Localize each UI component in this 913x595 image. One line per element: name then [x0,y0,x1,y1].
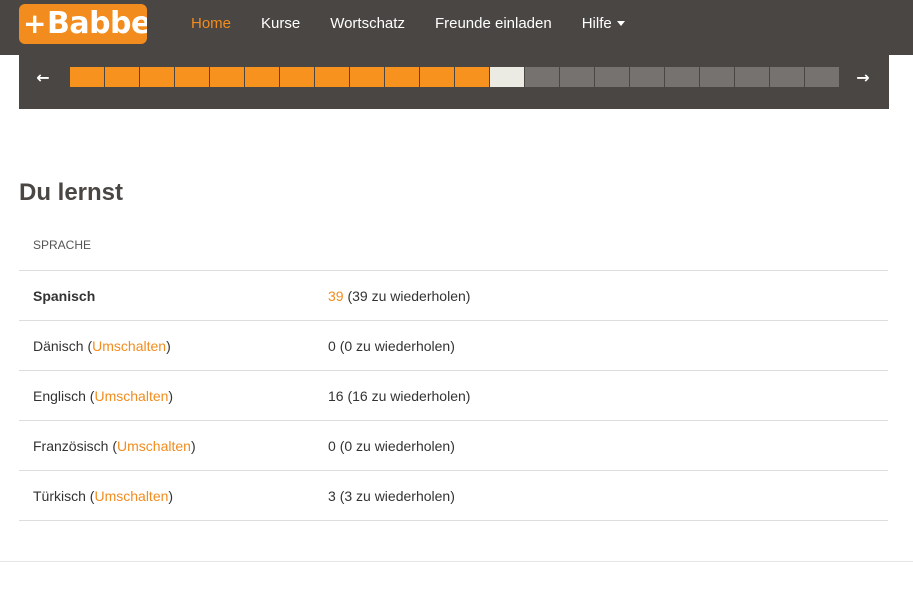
language-name: Dänisch [33,338,84,354]
table-row: Türkisch (Umschalten) 3 (3 zu wiederhole… [19,471,888,521]
progress-segment-todo[interactable] [665,67,699,87]
table-row: Französisch (Umschalten) 0 (0 zu wiederh… [19,421,888,471]
review-text: (3 zu wiederholen) [339,488,455,504]
progress-segment-done[interactable] [175,67,209,87]
progress-segments [70,67,840,87]
arrow-right-icon[interactable]: → [853,68,873,88]
nav-hilfe[interactable]: Hilfe [582,15,625,32]
lesson-progress-strip: ← → [19,55,889,109]
language-name: Englisch [33,388,86,404]
progress-segment-todo[interactable] [630,67,664,87]
switch-link[interactable]: Umschalten [92,338,166,354]
progress-segment-current[interactable] [490,67,524,87]
switch-link[interactable]: Umschalten [94,388,168,404]
progress-segment-done[interactable] [280,67,314,87]
word-count: 16 [328,388,344,404]
nav-wortschatz[interactable]: Wortschatz [330,15,405,32]
language-name: Türkisch [33,488,86,504]
progress-segment-done[interactable] [210,67,244,87]
language-cell: Türkisch (Umschalten) [33,488,174,504]
nav-home[interactable]: Home [191,15,231,32]
review-count-cell: 16 (16 zu wiederholen) [328,371,470,421]
word-count: 0 [328,438,336,454]
progress-segment-done[interactable] [70,67,104,87]
review-count-cell: 39 (39 zu wiederholen) [328,271,470,321]
languages-table: SPRACHE Spanisch 39 (39 zu wiederholen) … [19,222,888,521]
top-navbar: +Babbel Home Kurse Wortschatz Freunde ei… [0,0,913,55]
progress-segment-done[interactable] [140,67,174,87]
progress-segment-done[interactable] [385,67,419,87]
progress-segment-done[interactable] [420,67,454,87]
language-name: Spanisch [33,288,96,304]
progress-segment-done[interactable] [455,67,489,87]
progress-segment-todo[interactable] [700,67,734,87]
progress-segment-done[interactable] [315,67,349,87]
babbel-logo[interactable]: +Babbel [19,4,147,44]
switch-link[interactable]: Umschalten [117,438,191,454]
progress-segment-todo[interactable] [560,67,594,87]
progress-segment-todo[interactable] [525,67,559,87]
progress-segment-todo[interactable] [770,67,804,87]
word-count: 3 [328,488,336,504]
table-row: Spanisch 39 (39 zu wiederholen) [19,271,888,321]
page-title: Du lernst [19,179,124,206]
nav-kurse[interactable]: Kurse [261,15,300,32]
language-cell: Dänisch (Umschalten) [33,338,171,354]
column-header-sprache: SPRACHE [19,222,888,271]
progress-segment-todo[interactable] [595,67,629,87]
table-row: Englisch (Umschalten) 16 (16 zu wiederho… [19,371,888,421]
logo-text: Babbel [46,6,147,41]
footer-divider [0,561,913,562]
progress-segment-todo[interactable] [805,67,839,87]
progress-segment-todo[interactable] [735,67,769,87]
caret-down-icon [616,21,625,27]
review-count-cell: 0 (0 zu wiederholen) [328,321,455,371]
word-count: 0 [328,338,336,354]
progress-segment-done[interactable] [105,67,139,87]
progress-segment-done[interactable] [245,67,279,87]
language-cell: Französisch (Umschalten) [33,438,196,454]
word-count-link[interactable]: 39 [328,288,344,304]
switch-link[interactable]: Umschalten [94,488,168,504]
review-text: (0 zu wiederholen) [339,338,455,354]
main-nav: Home Kurse Wortschatz Freunde einladen H… [191,0,655,46]
plus-icon: + [23,7,46,40]
review-count-cell: 0 (0 zu wiederholen) [328,421,455,471]
review-text: (16 zu wiederholen) [347,388,471,404]
nav-freunde-einladen[interactable]: Freunde einladen [435,15,552,32]
review-text: (39 zu wiederholen) [347,288,471,304]
table-row: Dänisch (Umschalten) 0 (0 zu wiederholen… [19,321,888,371]
progress-segment-done[interactable] [350,67,384,87]
arrow-left-icon[interactable]: ← [33,68,53,88]
review-text: (0 zu wiederholen) [339,438,455,454]
nav-hilfe-label: Hilfe [581,14,612,32]
language-cell: Englisch (Umschalten) [33,388,174,404]
review-count-cell: 3 (3 zu wiederholen) [328,471,455,521]
language-name: Französisch [33,438,109,454]
